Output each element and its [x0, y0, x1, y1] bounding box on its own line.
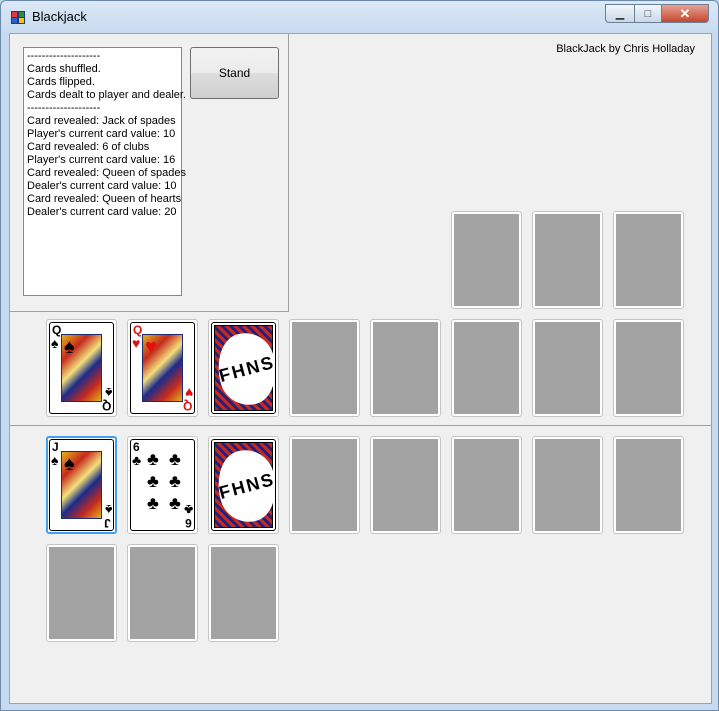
game-area: -------------------- Cards shuffled. Cards…	[9, 33, 712, 704]
control-panel: -------------------- Cards shuffled. Cards…	[10, 34, 289, 312]
stand-button[interactable]: Stand	[190, 47, 279, 99]
empty-card-slot	[46, 544, 117, 642]
log-line: Card revealed: 6 of clubs	[27, 141, 150, 153]
row-divider	[10, 425, 711, 426]
log-line: Card revealed: Queen of spades	[27, 167, 186, 179]
log-line: Cards flipped.	[27, 76, 95, 88]
empty-slot-fill	[535, 214, 600, 306]
card-suit-bottom-icon: ♣	[183, 502, 193, 518]
empty-slot-fill	[616, 214, 681, 306]
empty-slot-fill	[49, 547, 114, 639]
log-line: --------------------	[27, 50, 101, 62]
log-line: Player's current card value: 10	[27, 128, 176, 140]
card-suit-top-icon: ♠	[51, 335, 59, 351]
card-suit-top-icon: ♥	[132, 335, 141, 351]
card-pip-icon: ♣	[169, 471, 181, 491]
empty-card-slot	[370, 319, 441, 417]
log-line: Card revealed: Queen of hearts	[27, 193, 182, 205]
empty-card-slot	[532, 211, 603, 309]
card-slot[interactable]: Q ♥ Q ♥ ♥	[127, 319, 198, 417]
title-bar[interactable]: Blackjack ▁ □ ✕	[1, 1, 718, 33]
card-slot[interactable]: FHNS	[208, 319, 279, 417]
empty-card-slot	[208, 544, 279, 642]
playing-card[interactable]: Q ♠ Q ♠ ♠	[49, 322, 114, 414]
log-line: Cards dealt to player and dealer.	[27, 89, 186, 101]
court-suit-icon: ♠	[64, 336, 75, 358]
empty-card-slot	[532, 319, 603, 417]
court-card-figure: ♠	[61, 451, 102, 519]
empty-slot-fill	[292, 322, 357, 414]
empty-slot-fill	[130, 547, 195, 639]
empty-slot-fill	[454, 439, 519, 531]
log-line: Player's current card value: 16	[27, 154, 176, 166]
empty-slot-fill	[535, 322, 600, 414]
card-suit-bottom-icon: ♠	[104, 502, 112, 518]
card-suit-top-icon: ♣	[132, 452, 142, 468]
close-button[interactable]: ✕	[661, 4, 709, 23]
playing-card[interactable]: J ♠ J ♠ ♠	[49, 439, 114, 531]
empty-slot-fill	[454, 214, 519, 306]
empty-card-slot	[613, 211, 684, 309]
empty-card-slot	[451, 211, 522, 309]
empty-slot-fill	[373, 322, 438, 414]
playing-card[interactable]: 6 ♣ 6 ♣ ♣ ♣ ♣ ♣ ♣ ♣	[130, 439, 195, 531]
court-card-figure: ♠	[61, 334, 102, 402]
window-title: Blackjack	[32, 9, 87, 24]
empty-card-slot	[127, 544, 198, 642]
card-back[interactable]: FHNS	[211, 322, 276, 414]
log-line: Cards shuffled.	[27, 63, 101, 75]
card-back[interactable]: FHNS	[211, 439, 276, 531]
card-pip-icon: ♣	[147, 493, 159, 513]
app-icon	[11, 11, 25, 24]
card-rank-bottom: 6	[185, 516, 192, 530]
card-pip-icon: ♣	[169, 449, 181, 469]
minimize-button[interactable]: ▁	[605, 4, 635, 23]
empty-card-slot	[289, 319, 360, 417]
card-slot[interactable]: FHNS	[208, 436, 279, 534]
log-line: Card revealed: Jack of spades	[27, 115, 176, 127]
game-log[interactable]: -------------------- Cards shuffled. Cards…	[23, 47, 186, 296]
card-suit-bottom-icon: ♠	[104, 385, 112, 401]
card-suit-bottom-icon: ♥	[184, 385, 193, 401]
empty-slot-fill	[616, 439, 681, 531]
card-pip-icon: ♣	[147, 471, 159, 491]
empty-card-slot	[289, 436, 360, 534]
playing-card[interactable]: Q ♥ Q ♥ ♥	[130, 322, 195, 414]
card-suit-top-icon: ♠	[51, 452, 59, 468]
card-slot[interactable]: J ♠ J ♠ ♠	[46, 436, 117, 534]
empty-card-slot	[613, 319, 684, 417]
court-suit-icon: ♥	[145, 336, 157, 358]
log-line: Dealer's current card value: 20	[27, 206, 177, 218]
empty-slot-fill	[292, 439, 357, 531]
app-window: Blackjack ▁ □ ✕ -------------------- Card…	[0, 0, 719, 711]
empty-card-slot	[451, 436, 522, 534]
card-slot[interactable]: Q ♠ Q ♠ ♠	[46, 319, 117, 417]
card-pip-icon: ♣	[147, 449, 159, 469]
empty-card-slot	[370, 436, 441, 534]
empty-slot-fill	[373, 439, 438, 531]
empty-slot-fill	[454, 322, 519, 414]
card-rank-bottom: Q	[182, 399, 192, 413]
credit-label: BlackJack by Chris Holladay	[556, 43, 695, 55]
empty-slot-fill	[616, 322, 681, 414]
caption-buttons: ▁ □ ✕	[605, 4, 709, 23]
court-card-figure: ♥	[142, 334, 183, 402]
court-suit-icon: ♠	[64, 453, 75, 475]
card-rank-bottom: Q	[101, 399, 111, 413]
empty-card-slot	[451, 319, 522, 417]
log-line: --------------------	[27, 102, 101, 114]
maximize-button[interactable]: □	[634, 4, 662, 23]
card-slot[interactable]: 6 ♣ 6 ♣ ♣ ♣ ♣ ♣ ♣ ♣	[127, 436, 198, 534]
empty-card-slot	[613, 436, 684, 534]
log-line: Dealer's current card value: 10	[27, 180, 177, 192]
card-pip-icon: ♣	[169, 493, 181, 513]
empty-slot-fill	[211, 547, 276, 639]
card-rank-bottom: J	[104, 516, 111, 530]
empty-slot-fill	[535, 439, 600, 531]
empty-card-slot	[532, 436, 603, 534]
